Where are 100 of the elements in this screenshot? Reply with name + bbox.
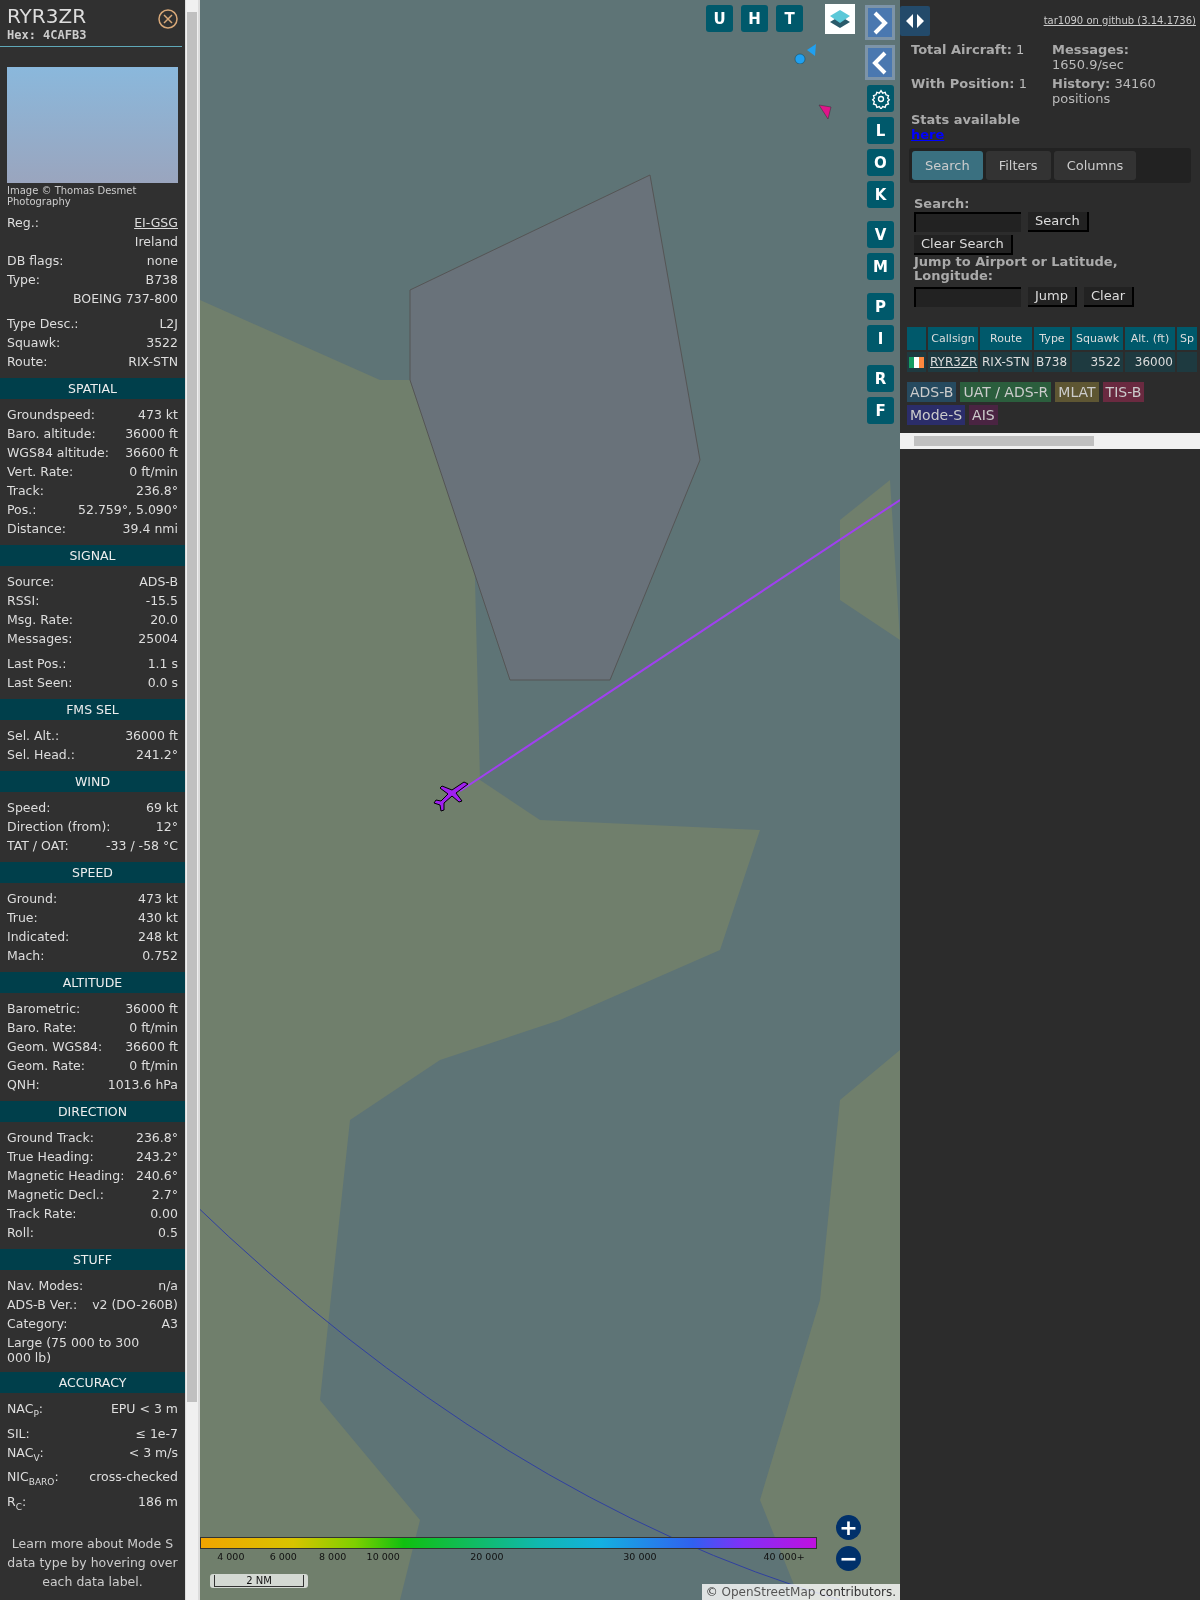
expand-button[interactable] bbox=[865, 45, 895, 80]
field-value: 473 kt bbox=[138, 406, 178, 424]
left-right-arrows-icon bbox=[905, 14, 925, 28]
field-label: NAC$_{P}$: bbox=[7, 1400, 44, 1421]
field-value: 0.752 bbox=[142, 947, 178, 965]
source-tag: UAT / ADS-R bbox=[960, 382, 1052, 402]
jump-button[interactable]: Jump bbox=[1028, 287, 1077, 307]
field-value: 236.8° bbox=[135, 482, 178, 500]
field-value: 248 kt bbox=[138, 928, 178, 946]
field-label: Sel. Head.: bbox=[7, 746, 75, 764]
map-toggle-button[interactable]: P bbox=[867, 293, 894, 320]
column-header[interactable]: Callsign bbox=[928, 327, 978, 350]
field-label: Route: bbox=[7, 353, 48, 371]
clear-button[interactable]: Clear bbox=[1084, 287, 1134, 307]
field-label: Geom. WGS84: bbox=[7, 1038, 103, 1056]
section-header: STUFF bbox=[0, 1249, 185, 1270]
source-tag: Mode-S bbox=[907, 405, 966, 425]
field-value: 240.6° bbox=[135, 1167, 178, 1185]
map-toggle-button[interactable]: M bbox=[867, 253, 894, 280]
field-label: Type Desc.: bbox=[7, 315, 79, 333]
field-value: 36000 ft bbox=[125, 1000, 178, 1018]
github-link[interactable]: tar1090 on github (3.14.1736) bbox=[1043, 15, 1196, 26]
field-value: 39.4 nmi bbox=[122, 520, 178, 538]
section-header: SPEED bbox=[0, 862, 185, 883]
column-header[interactable]: Squawk bbox=[1072, 327, 1123, 350]
stats-note: Stats available bbox=[910, 111, 1022, 127]
map-toggle-button[interactable]: V bbox=[867, 221, 894, 248]
map-toggle-button[interactable]: H bbox=[741, 5, 768, 32]
map-toggle-button[interactable]: O bbox=[867, 149, 894, 176]
tab[interactable]: Filters bbox=[985, 151, 1051, 180]
field-label: NIC$_{BARO}$: bbox=[7, 1468, 59, 1489]
search-button[interactable]: Search bbox=[1028, 212, 1089, 232]
field-label: Type: bbox=[7, 271, 40, 289]
field-label: Groundspeed: bbox=[7, 406, 95, 424]
field-value: n/a bbox=[158, 1277, 178, 1295]
section-header: ACCURACY bbox=[0, 1372, 185, 1393]
photo-credit: Image © Thomas Desmet Photography bbox=[6, 185, 138, 209]
registration-link[interactable]: EI-GSG bbox=[134, 213, 178, 232]
scrollbar[interactable] bbox=[186, 0, 198, 1600]
field-value: 473 kt bbox=[138, 890, 178, 908]
collapse-button[interactable] bbox=[865, 5, 895, 40]
field-label: TAT / OAT: bbox=[7, 837, 69, 855]
map-toggle-button[interactable]: K bbox=[867, 181, 894, 208]
field-label: DB flags: bbox=[7, 252, 64, 270]
map-toggle-button[interactable]: I bbox=[867, 325, 894, 352]
section-header: ALTITUDE bbox=[0, 972, 185, 993]
callsign-link[interactable]: RYR3ZR bbox=[928, 352, 978, 372]
source-tag: MLAT bbox=[1055, 382, 1099, 402]
stat-text: With Position: 1 bbox=[911, 76, 1028, 93]
column-header[interactable]: Sp bbox=[1177, 327, 1197, 350]
field-value: 236.8° bbox=[135, 1129, 178, 1147]
clear-search-button[interactable]: Clear Search bbox=[914, 235, 1013, 255]
field-label: Track: bbox=[7, 482, 44, 500]
field-label: Speed: bbox=[7, 799, 51, 817]
field-label: Distance: bbox=[7, 520, 66, 538]
attribution-link[interactable]: OpenStreetMap bbox=[721, 1585, 816, 1599]
settings-button[interactable] bbox=[867, 85, 894, 112]
search-field[interactable] bbox=[914, 212, 1021, 232]
map-toggle-button[interactable]: U bbox=[706, 5, 733, 32]
field-label: NAC$_{V}$: bbox=[7, 1443, 44, 1464]
field-value: 0.00 bbox=[150, 1205, 178, 1223]
close-icon[interactable] bbox=[158, 9, 178, 29]
source-tag: TIS-B bbox=[1102, 382, 1145, 402]
field-value: 36000 ft bbox=[125, 425, 178, 443]
jump-field[interactable] bbox=[914, 287, 1021, 307]
field-value: L2J bbox=[159, 315, 178, 333]
field-label: Direction (from): bbox=[7, 818, 111, 836]
field-label: True Heading: bbox=[7, 1148, 94, 1166]
table-cell: RIX-STN bbox=[980, 352, 1032, 372]
map-toggle-button[interactable]: T bbox=[776, 5, 803, 32]
field-value: none bbox=[146, 252, 178, 270]
column-header[interactable]: Route bbox=[980, 327, 1032, 350]
map-toggle-button[interactable]: R bbox=[867, 365, 894, 392]
field-label: Ground: bbox=[7, 890, 58, 908]
expand-button[interactable] bbox=[900, 6, 930, 36]
horizontal-scrollbar[interactable] bbox=[900, 433, 1200, 449]
map-toggle-button[interactable]: L bbox=[867, 117, 894, 144]
field-value: ADS-B bbox=[139, 573, 178, 591]
field-label: Squawk: bbox=[7, 334, 61, 352]
map-toggle-button[interactable]: F bbox=[867, 397, 894, 424]
field-label: ADS-B Ver.: bbox=[7, 1296, 78, 1314]
field-value: 0 ft/min bbox=[129, 1019, 178, 1037]
field-value: 2.7° bbox=[151, 1186, 178, 1204]
field-value: EPU < 3 m bbox=[110, 1400, 178, 1418]
column-header[interactable]: Type bbox=[1034, 327, 1070, 350]
table-cell: B738 bbox=[1034, 352, 1070, 372]
section-header: WIND bbox=[0, 771, 185, 792]
field-value: 52.759°, 5.090° bbox=[78, 501, 178, 519]
field-value: v2 (DO-260B) bbox=[92, 1296, 178, 1314]
field-value: 0 ft/min bbox=[129, 1057, 178, 1075]
tab[interactable]: Search bbox=[912, 151, 983, 180]
tab[interactable]: Columns bbox=[1053, 151, 1137, 180]
table-header bbox=[907, 327, 926, 350]
field-label: Baro. Rate: bbox=[7, 1019, 77, 1037]
flag-icon bbox=[909, 356, 924, 368]
layers-button[interactable] bbox=[825, 4, 855, 34]
field-label: QNH: bbox=[7, 1076, 40, 1094]
field-label: Barometric: bbox=[7, 1000, 81, 1018]
column-header[interactable]: Alt. (ft) bbox=[1125, 327, 1175, 350]
stat-text: Messages: 1650.9/sec bbox=[1052, 42, 1131, 72]
